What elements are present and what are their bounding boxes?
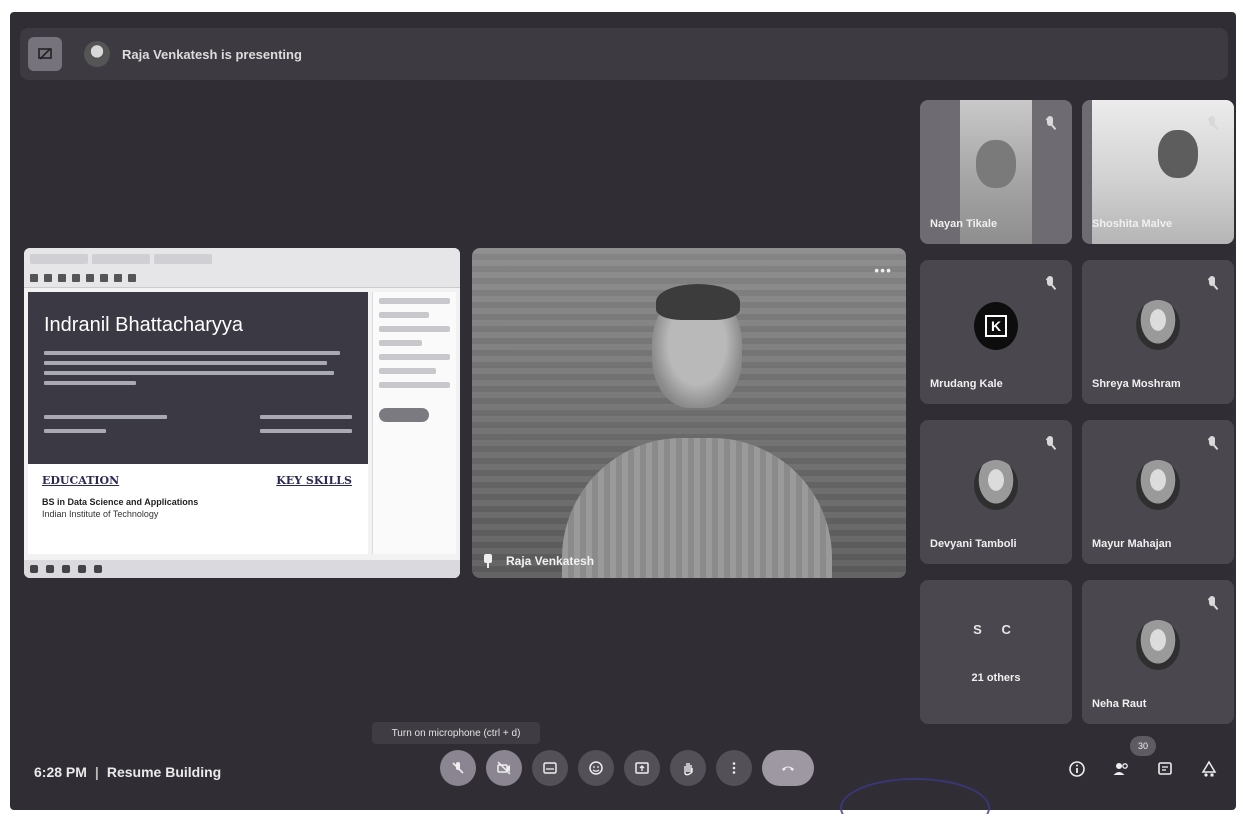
meeting-time: 6:28 PM	[34, 764, 87, 780]
participant-tile[interactable]: Nayan Tikale	[920, 100, 1072, 244]
emoji-icon	[589, 761, 603, 775]
participant-tile[interactable]: Shoshita Malve	[1082, 100, 1234, 244]
toolbar-icon	[30, 274, 38, 282]
presenting-bar: Raja Venkatesh is presenting	[20, 28, 1228, 80]
toolbar-icon	[100, 274, 108, 282]
shared-side-panel	[372, 292, 456, 554]
emoji-button[interactable]	[578, 750, 614, 786]
participant-avatar	[974, 460, 1018, 510]
degree-text: BS in Data Science and Applications	[42, 497, 199, 507]
mic-off-icon	[1206, 116, 1218, 132]
presenter-name: Raja Venkatesh	[506, 554, 595, 568]
presentation-icon	[38, 48, 52, 60]
people-count-badge: 30	[1130, 736, 1156, 756]
participant-tile[interactable]: K Mrudang Kale	[920, 260, 1072, 404]
layout-toggle-button[interactable]	[28, 37, 62, 71]
captions-icon	[543, 762, 557, 774]
side-panel-button	[379, 408, 429, 422]
participant-name: Nayan Tikale	[930, 218, 998, 230]
presenter-avatar	[84, 41, 110, 67]
shared-tab	[154, 254, 212, 264]
raise-hand-icon	[684, 763, 693, 776]
mic-off-icon	[452, 762, 464, 774]
participant-avatar	[1136, 620, 1180, 670]
mic-off-icon	[1044, 436, 1056, 452]
resume-name: Indranil Bhattacharyya	[44, 314, 244, 336]
participant-name: Devyani Tamboli	[930, 538, 1017, 550]
participant-tile[interactable]: Mayur Mahajan	[1082, 420, 1234, 564]
institute-text: Indian Institute of Technology	[42, 509, 159, 519]
others-count: 21 others	[971, 672, 1021, 684]
shared-taskbar	[24, 560, 460, 578]
meeting-details-button[interactable]	[1068, 760, 1086, 783]
people-button[interactable]	[1112, 760, 1130, 783]
microphone-button[interactable]	[440, 750, 476, 786]
participant-avatar	[1136, 300, 1180, 350]
mic-off-icon	[1206, 596, 1218, 612]
meeting-info: 6:28 PM | Resume Building	[34, 764, 221, 780]
participant-name: Mrudang Kale	[930, 378, 1003, 390]
tile-more-icon[interactable]: •••	[874, 262, 892, 278]
mic-off-icon	[1044, 116, 1056, 132]
toolbar-icon	[128, 274, 136, 282]
end-call-button[interactable]	[762, 750, 814, 786]
taskbar-icon	[78, 565, 86, 573]
more-options-icon	[732, 762, 736, 774]
participant-name: Mayur Mahajan	[1092, 538, 1172, 550]
call-controls	[440, 750, 814, 786]
participant-name: Shreya Moshram	[1092, 378, 1181, 390]
mic-off-icon	[1206, 276, 1218, 292]
participant-avatar	[1136, 460, 1180, 510]
chat-button[interactable]	[1156, 760, 1174, 783]
present-screen-icon	[635, 762, 649, 774]
presenting-label: Raja Venkatesh is presenting	[122, 46, 302, 62]
toolbar-icon	[72, 274, 80, 282]
taskbar-icon	[30, 565, 38, 573]
chat-icon	[1158, 762, 1172, 775]
participant-tile[interactable]: Devyani Tamboli	[920, 420, 1072, 564]
end-call-icon	[782, 766, 794, 771]
people-icon	[1113, 763, 1128, 775]
others-initials: S C	[973, 622, 1019, 637]
taskbar-icon	[62, 565, 70, 573]
shared-screen[interactable]: Indranil Bhattacharyya EDUCATION KEY SKI…	[24, 248, 460, 578]
participant-tile[interactable]: Shreya Moshram	[1082, 260, 1234, 404]
camera-button[interactable]	[486, 750, 522, 786]
presenter-video-tile[interactable]: ••• Raja Venkatesh	[472, 248, 906, 578]
toolbar-icon	[86, 274, 94, 282]
info-icon	[1069, 761, 1085, 777]
taskbar-icon	[46, 565, 54, 573]
mic-tooltip: Turn on microphone (ctrl + d)	[372, 722, 540, 744]
shared-tab	[30, 254, 88, 264]
participant-name: Shoshita Malve	[1092, 218, 1173, 230]
side-controls	[1068, 760, 1218, 783]
toolbar-icon	[114, 274, 122, 282]
more-options-button[interactable]	[716, 750, 752, 786]
meet-window: Raja Venkatesh is presenting Indranil Bh…	[10, 12, 1236, 810]
raise-hand-button[interactable]	[670, 750, 706, 786]
toolbar-icon	[44, 274, 52, 282]
participant-avatar: K	[974, 302, 1018, 350]
toolbar-icon	[58, 274, 66, 282]
present-button[interactable]	[624, 750, 660, 786]
mic-off-icon	[1206, 436, 1218, 452]
shared-tab	[92, 254, 150, 264]
activities-button[interactable]	[1200, 760, 1218, 783]
meeting-separator: |	[94, 764, 99, 780]
resume-document: Indranil Bhattacharyya EDUCATION KEY SKI…	[28, 292, 368, 554]
captions-button[interactable]	[532, 750, 568, 786]
meeting-title: Resume Building	[106, 764, 222, 780]
shared-browser-toolbar	[24, 248, 460, 288]
pin-icon[interactable]	[482, 554, 494, 568]
camera-off-icon	[497, 761, 511, 775]
taskbar-icon	[94, 565, 102, 573]
resume-header: Indranil Bhattacharyya	[28, 292, 368, 464]
participant-tile[interactable]: Neha Raut	[1082, 580, 1234, 724]
mic-off-icon	[1044, 276, 1056, 292]
skills-heading: KEY SKILLS	[276, 474, 352, 487]
participant-name: Neha Raut	[1092, 698, 1147, 710]
activities-icon	[1201, 760, 1217, 777]
others-tile[interactable]: S C 21 others	[920, 580, 1072, 724]
